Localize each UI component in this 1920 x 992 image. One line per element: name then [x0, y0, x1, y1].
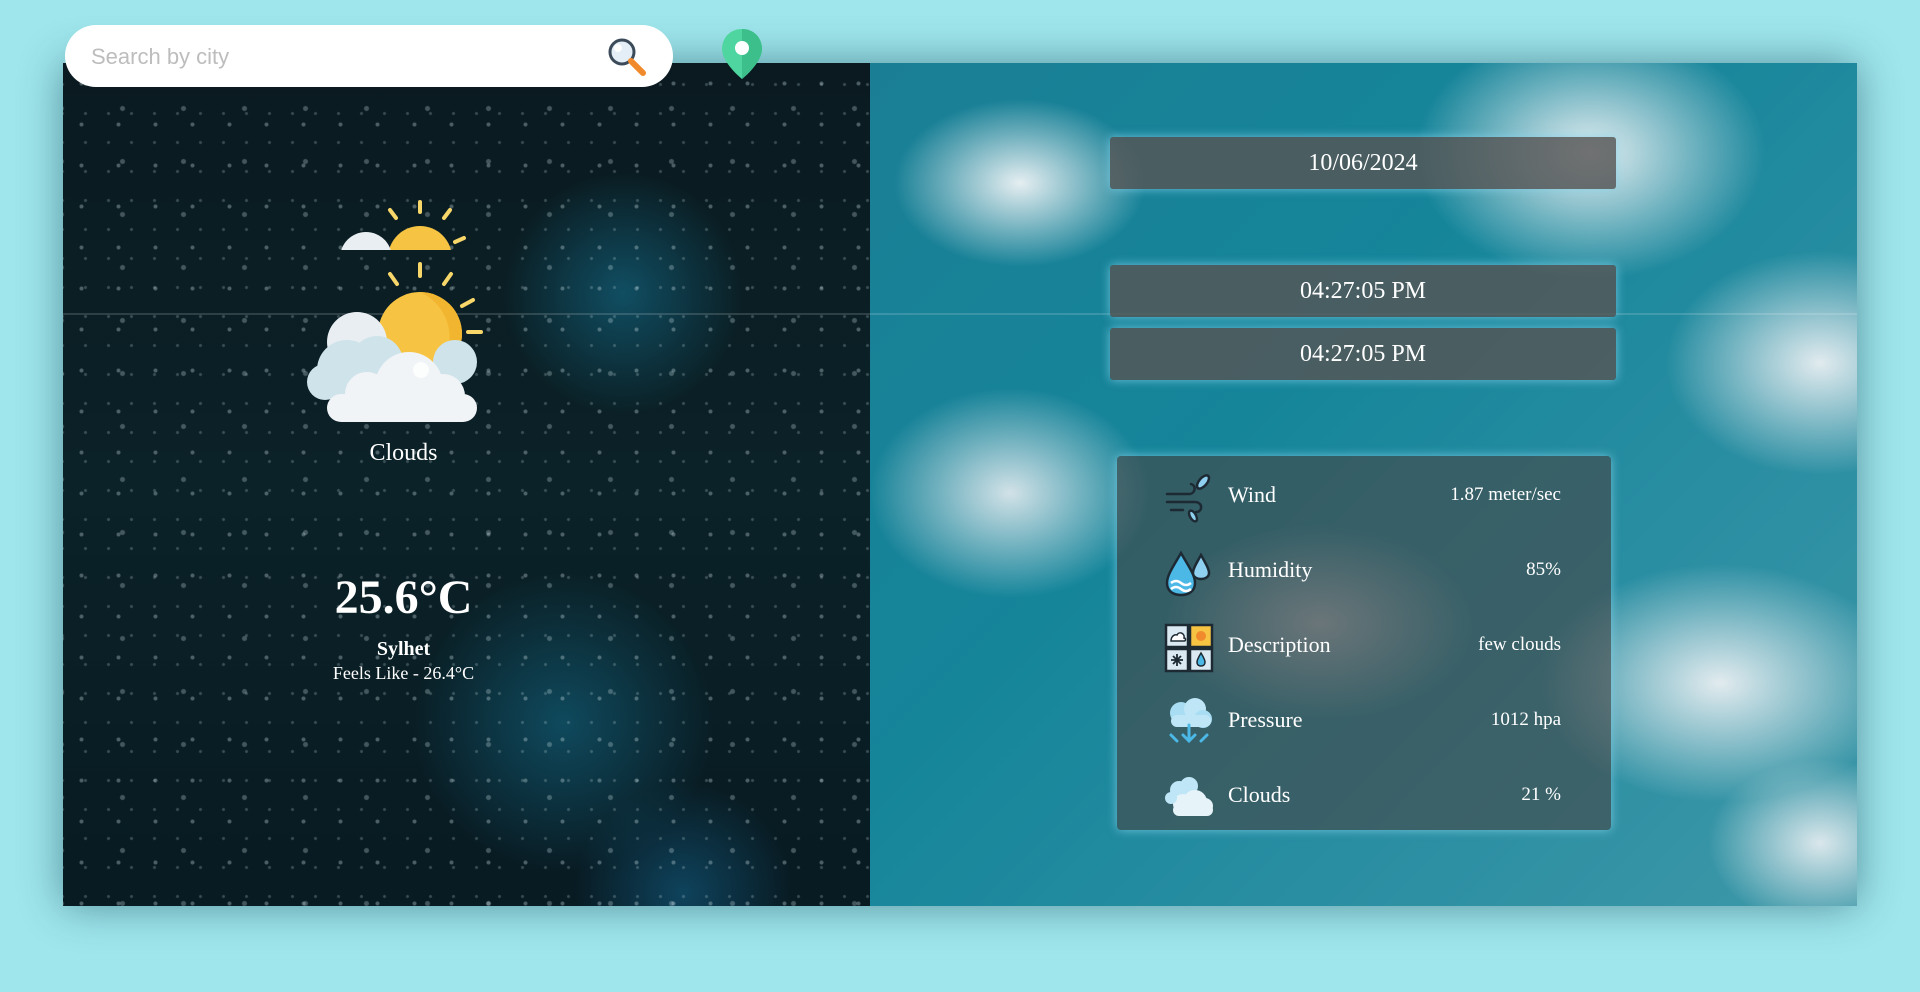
detail-row-humidity: Humidity 85%	[1117, 541, 1611, 601]
search-input[interactable]	[89, 39, 593, 75]
weather-details-panel: Wind 1.87 meter/sec Humidity 85% Descrip…	[1117, 456, 1611, 830]
description-label: Description	[1228, 632, 1331, 657]
detail-row-pressure: Pressure 1012 hpa	[1117, 691, 1611, 751]
location-pin-icon[interactable]	[720, 27, 764, 81]
search-bar	[65, 25, 673, 87]
date-display: 10/06/2024	[1110, 137, 1616, 189]
clouds-label: Clouds	[1228, 782, 1291, 807]
wind-value: 1.87 meter/sec	[1450, 484, 1561, 505]
detail-row-clouds: Clouds 21 %	[1117, 766, 1611, 826]
weather-icon-partial	[322, 196, 482, 250]
wind-icon	[1163, 472, 1215, 524]
temperature: 25.6°C	[334, 571, 473, 624]
feels-like: Feels Like - 26.4°C	[332, 663, 475, 683]
clouds-value: 21 %	[1521, 784, 1561, 805]
wind-label: Wind	[1228, 482, 1276, 507]
humidity-value: 85%	[1526, 559, 1561, 580]
pressure-label: Pressure	[1228, 707, 1303, 732]
weather-icon	[305, 258, 495, 428]
pressure-icon	[1163, 697, 1215, 749]
time-display: 04:27:05 PM	[1110, 328, 1616, 380]
detail-row-description: Description few clouds	[1117, 616, 1611, 676]
pressure-value: 1012 hpa	[1490, 709, 1561, 730]
description-value: few clouds	[1478, 634, 1561, 655]
clouds-icon	[1163, 772, 1215, 824]
detail-row-wind: Wind 1.87 meter/sec	[1117, 466, 1611, 526]
left-panel	[63, 63, 870, 906]
search-icon[interactable]	[605, 35, 649, 79]
humidity-label: Humidity	[1228, 557, 1313, 582]
time-display-top: 04:27:05 PM	[1110, 265, 1616, 317]
description-icon	[1163, 622, 1215, 674]
humidity-icon	[1163, 547, 1215, 599]
city-name: Sylhet	[376, 638, 431, 660]
weather-condition: Clouds	[369, 440, 438, 466]
